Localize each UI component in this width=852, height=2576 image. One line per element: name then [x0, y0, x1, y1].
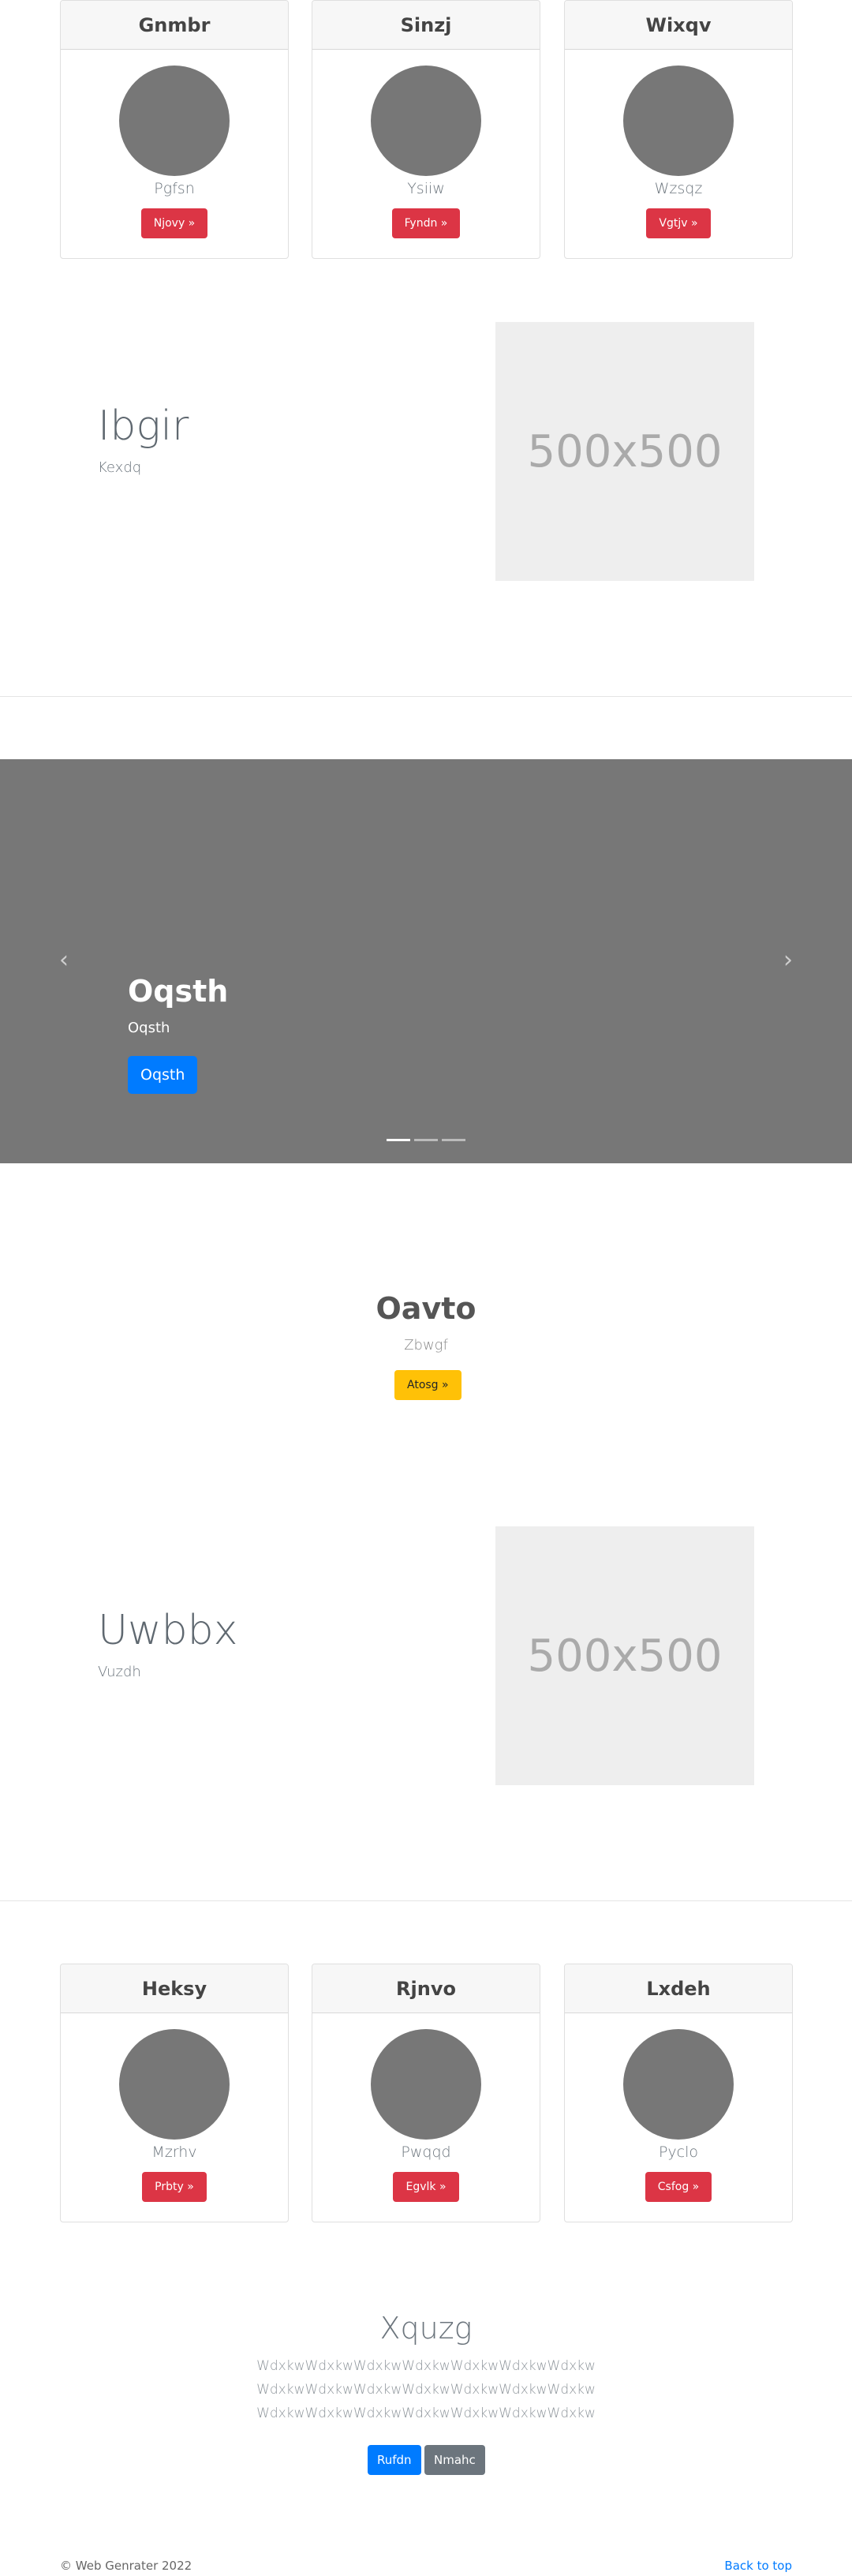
carousel-indicator[interactable]: [442, 1139, 465, 1141]
section-subtitle: Zbwgf: [404, 1337, 448, 1354]
placeholder-image: 500x500: [495, 1526, 754, 1785]
text-line: WdxkwWdxkwWdxkwWdxkwWdxkwWdxkwWdxkw: [256, 2382, 596, 2398]
card-button[interactable]: Vgtjv »: [646, 208, 711, 238]
card-header: Wixqv: [565, 1, 792, 50]
text-section-title: Xquzg: [379, 2311, 473, 2346]
card-button[interactable]: Egvlk »: [393, 2172, 459, 2202]
card-subtitle: Wzsqz: [654, 180, 703, 197]
carousel-indicator[interactable]: [414, 1139, 438, 1141]
card-wixqv: Wixqv Wzsqz Vgtjv »: [564, 0, 793, 259]
carousel: ‹ › Oqsth Oqsth Oqsth: [0, 759, 852, 1163]
card-button[interactable]: Csfog »: [645, 2172, 712, 2202]
card-header: Sinzj: [312, 1, 540, 50]
feature-subtitle: Kexdq: [98, 459, 142, 476]
card-subtitle: Pwqqd: [401, 2144, 451, 2161]
card-header: Rjnvo: [312, 1964, 540, 2013]
secondary-button[interactable]: Nmahc: [424, 2445, 485, 2475]
card-lxdeh: Lxdeh Pyclo Csfog »: [564, 1964, 793, 2222]
section-button[interactable]: Atosg »: [394, 1370, 462, 1400]
placeholder-image: 500x500: [495, 322, 754, 581]
card-header: Heksy: [61, 1964, 288, 2013]
avatar: [371, 2029, 481, 2140]
carousel-button[interactable]: Oqsth: [128, 1056, 198, 1094]
avatar: [623, 2029, 734, 2140]
card-button[interactable]: Njovy »: [140, 208, 208, 238]
avatar: [623, 66, 734, 176]
primary-button[interactable]: Rufdn: [368, 2445, 421, 2475]
feature-title: Ibgir: [98, 402, 189, 450]
card-button[interactable]: Prbty »: [142, 2172, 207, 2202]
feature-subtitle: Vuzdh: [98, 1664, 141, 1680]
divider: [0, 696, 852, 697]
card-rjnvo: Rjnvo Pwqqd Egvlk »: [312, 1964, 540, 2222]
footer-copyright: © Web Genrater 2022: [60, 2559, 192, 2573]
card-gnmbr: Gnmbr Pgfsn Njovy »: [60, 0, 289, 259]
card-subtitle: Pyclo: [658, 2144, 699, 2161]
card-subtitle: Mzrhv: [151, 2144, 197, 2161]
text-line: WdxkwWdxkwWdxkwWdxkwWdxkwWdxkwWdxkw: [256, 2406, 596, 2421]
avatar: [119, 66, 230, 176]
card-subtitle: Ysiiw: [407, 180, 445, 197]
placeholder-label: 500x500: [527, 1630, 723, 1682]
card-heksy: Heksy Mzrhv Prbty »: [60, 1964, 289, 2222]
text-line: WdxkwWdxkwWdxkwWdxkwWdxkwWdxkwWdxkw: [256, 2358, 596, 2374]
carousel-indicator[interactable]: [387, 1139, 410, 1141]
back-to-top-link[interactable]: Back to top: [724, 2559, 792, 2573]
carousel-title: Oqsth: [128, 974, 229, 1009]
placeholder-label: 500x500: [527, 425, 723, 477]
section-title: Oavto: [376, 1291, 476, 1326]
avatar: [119, 2029, 230, 2140]
card-sinzj: Sinzj Ysiiw Fyndn »: [312, 0, 540, 259]
card-header: Lxdeh: [565, 1964, 792, 2013]
avatar: [371, 66, 481, 176]
divider: [0, 1900, 852, 1901]
feature-title: Uwbbx: [98, 1607, 238, 1654]
card-subtitle: Pgfsn: [154, 180, 195, 197]
carousel-subtitle: Oqsth: [128, 1020, 170, 1036]
card-header: Gnmbr: [61, 1, 288, 50]
carousel-next-icon[interactable]: ›: [776, 949, 800, 972]
carousel-prev-icon[interactable]: ‹: [52, 949, 76, 972]
card-button[interactable]: Fyndn »: [391, 208, 461, 238]
